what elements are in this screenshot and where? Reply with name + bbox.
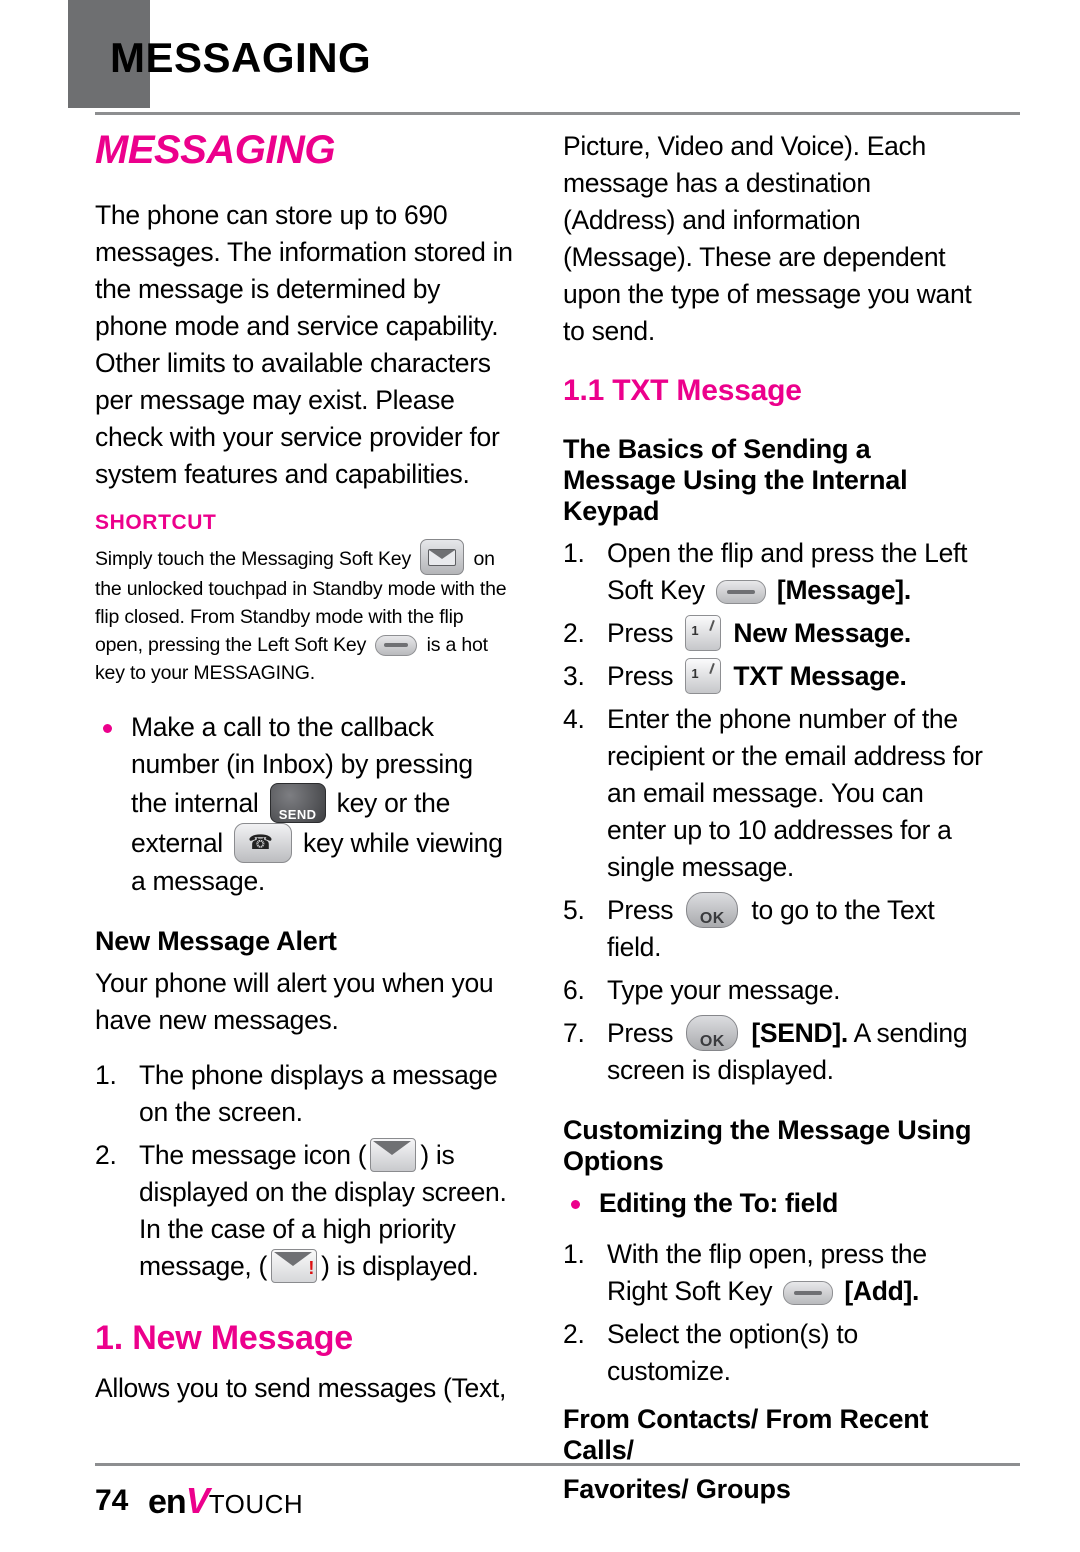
basics-step-6: Type your message. [563, 972, 841, 1009]
ok-key-icon-send: OK [686, 1015, 739, 1051]
key-1-icon-txt-message: 1 [685, 658, 722, 694]
shortcut-label: SHORTCUT [95, 511, 217, 534]
page-number: 74 [95, 1484, 129, 1517]
basics-step-4: Enter the phone number of the recipient … [563, 701, 983, 882]
basics-step-5-part-1: Press [607, 895, 674, 925]
editing-step-2: Select the option(s) to customize. [563, 1316, 858, 1386]
basics-step-5: Press OK to go to the Text field. [563, 892, 983, 966]
editing-step-1-part-2: [Add]. [844, 1276, 920, 1306]
external-call-key-icon: ☎ [233, 823, 292, 863]
basics-step-1: Open the flip and press the Left Soft Ke… [563, 535, 983, 609]
intro-paragraph: The phone can store up to 690 messages. … [95, 200, 513, 489]
left-soft-key-icon [375, 635, 418, 657]
alert-step-1: The phone displays a message on the scre… [95, 1057, 498, 1127]
alert-intro-paragraph: Your phone will alert you when you have … [95, 968, 494, 1035]
shortcut-paragraph: Simply touch the Messaging Soft Key on t… [95, 539, 515, 687]
basics-step-7-part-2: [SEND]. [751, 1018, 848, 1048]
section-txt-message-heading: 1.1 TXT Message [563, 374, 802, 407]
chapter-title: MESSAGING [95, 128, 335, 172]
ok-key-icon-text-field: OK [686, 892, 739, 928]
alert-step-2-part-3: ) is displayed. [321, 1251, 479, 1281]
basics-step-1-part-2: [Message]. [776, 575, 911, 605]
basics-step-2: Press 1 New Message. [563, 615, 983, 652]
key-1-number-2: 1 [691, 666, 699, 681]
alert-steps-list: The phone displays a message on the scre… [95, 1057, 515, 1285]
page-header-title: MESSAGING [110, 34, 372, 81]
logo-v-text: V [185, 1480, 210, 1521]
product-logo: enVTOUCH [148, 1480, 303, 1522]
editing-to-field-bullet: Editing the To: field [563, 1185, 983, 1222]
section-new-message-heading: 1. New Message [95, 1319, 353, 1357]
messaging-soft-key-icon [420, 539, 465, 575]
basics-step-2-part-1: Press [607, 618, 674, 648]
customizing-heading: Customizing the Message Using Options [563, 1115, 972, 1176]
new-message-alert-heading: New Message Alert [95, 926, 337, 956]
right-soft-key-icon [783, 1281, 834, 1305]
options-line-2: Favorites/ Groups [563, 1474, 791, 1504]
basics-step-3-part-2: TXT Message. [733, 661, 907, 691]
alert-step-2: The message icon () is displayed on the … [95, 1137, 515, 1285]
editing-step-1: With the flip open, press the Right Soft… [563, 1236, 983, 1310]
alert-step-2-part-1: The message icon ( [139, 1140, 367, 1170]
left-soft-key-icon-step1 [715, 580, 766, 604]
basics-step-2-part-2: New Message. [733, 618, 911, 648]
basics-heading: The Basics of Sending a Message Using th… [563, 434, 908, 526]
logo-touch-text: TOUCH [208, 1489, 304, 1519]
basics-step-7-part-1: Press [607, 1018, 674, 1048]
shortcut-text-part-1: Simply touch the Messaging Soft Key [95, 548, 411, 570]
editing-bullet-list: Editing the To: field [563, 1185, 983, 1222]
basics-step-7: Press OK [SEND]. A sending screen is dis… [563, 1015, 983, 1089]
footer-divider [95, 1463, 1020, 1466]
logo-en-text: en [148, 1483, 187, 1521]
message-envelope-icon [370, 1138, 417, 1172]
options-line-1: From Contacts/ From Recent Calls/ [563, 1404, 929, 1465]
new-message-body: Allows you to send messages (Text, [95, 1373, 507, 1403]
basics-steps-list: Open the flip and press the Left Soft Ke… [563, 535, 983, 1089]
priority-message-envelope-icon: ! [271, 1249, 318, 1283]
editing-steps-list: With the flip open, press the Right Soft… [563, 1236, 983, 1390]
key-1-icon-new-message: 1 [685, 615, 722, 651]
continuation-paragraph: Picture, Video and Voice). Each message … [563, 131, 972, 346]
header-divider [95, 112, 1020, 115]
callback-bullet-item: Make a call to the callback number (in I… [95, 709, 515, 900]
send-key-icon: SEND [269, 783, 326, 823]
basics-step-3-part-1: Press [607, 661, 674, 691]
callback-bullet-list: Make a call to the callback number (in I… [95, 709, 515, 900]
ok-key-label: OK [699, 910, 725, 927]
right-column: Picture, Video and Voice). Each message … [563, 128, 983, 1513]
ok-key-label-2: OK [699, 1033, 725, 1050]
left-column: MESSAGING The phone can store up to 690 … [95, 128, 515, 1425]
basics-step-3: Press 1 TXT Message. [563, 658, 983, 695]
key-1-number: 1 [691, 623, 699, 638]
